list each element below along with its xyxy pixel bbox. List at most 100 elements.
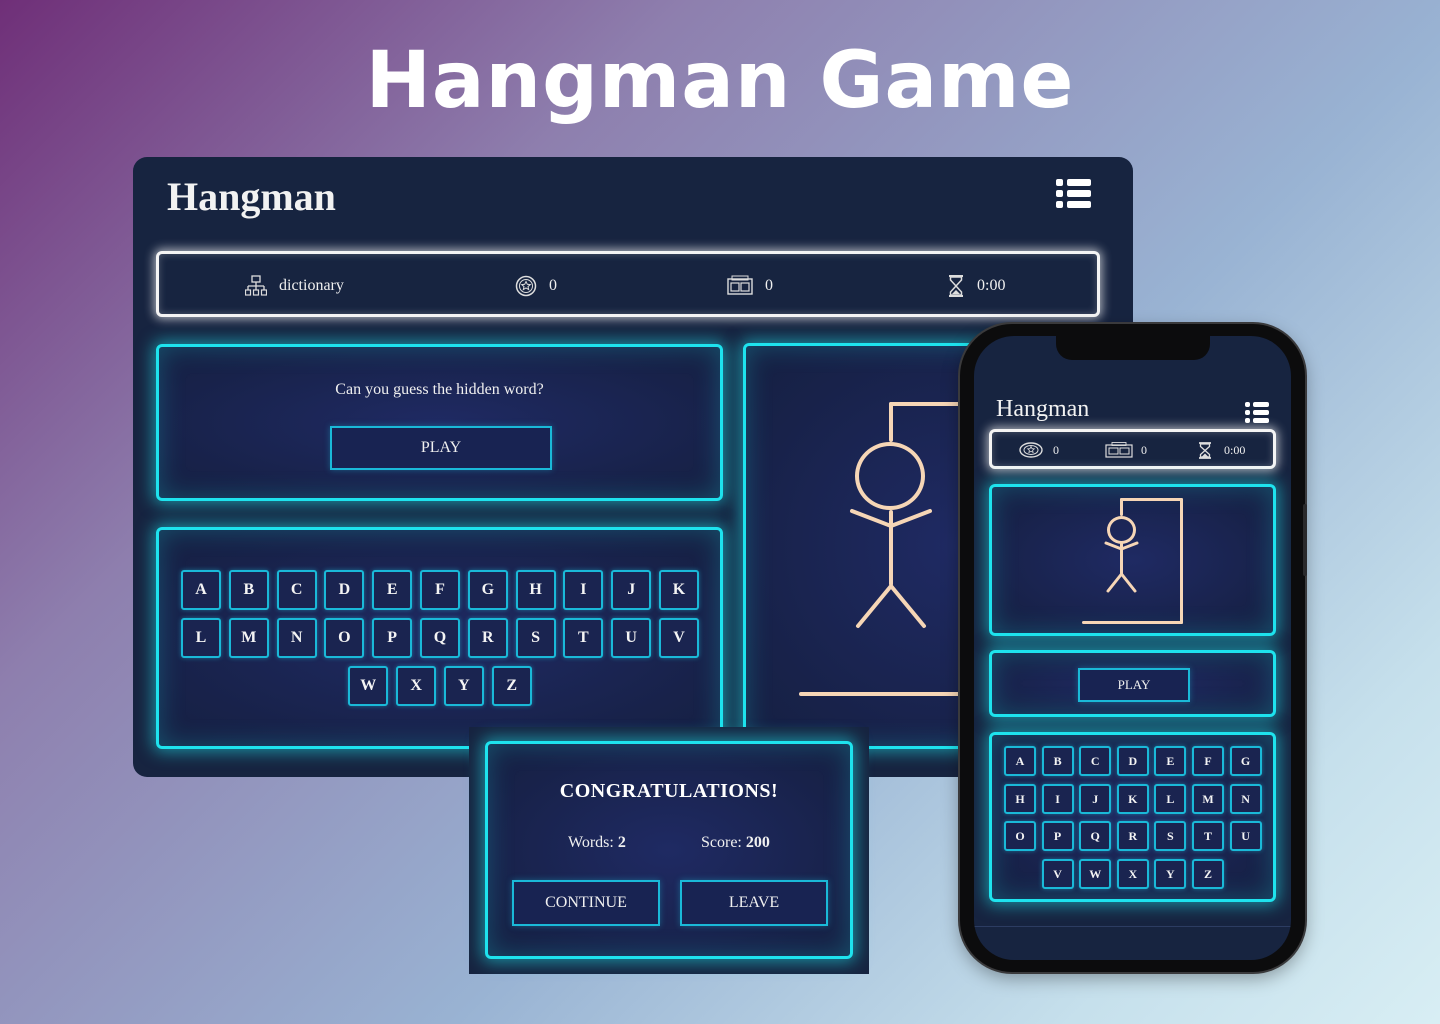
mobile-key-f[interactable]: F: [1192, 746, 1224, 776]
score-value: 200: [745, 834, 770, 851]
list-menu-icon[interactable]: [1245, 402, 1269, 423]
mobile-key-t[interactable]: T: [1192, 821, 1224, 851]
mobile-key-l[interactable]: L: [1154, 783, 1187, 814]
home-divider: [974, 926, 1291, 927]
mobile-play-panel: PLAY: [989, 650, 1276, 717]
mobile-key-d[interactable]: D: [1116, 746, 1149, 776]
key-s[interactable]: S: [515, 618, 556, 658]
key-p[interactable]: P: [372, 618, 413, 658]
mobile-gallows-panel: [989, 484, 1276, 636]
mobile-app-title: Hangman: [996, 396, 1090, 422]
mobile-status-bar: 0 0 0:00: [989, 429, 1276, 469]
key-v[interactable]: V: [659, 618, 699, 658]
hourglass-icon: [1198, 442, 1212, 459]
key-q[interactable]: Q: [420, 618, 460, 658]
scoreboard-icon: [727, 275, 753, 297]
play-button[interactable]: PLAY: [330, 426, 552, 470]
mobile-key-y[interactable]: Y: [1154, 858, 1187, 889]
category-stat: dictionary: [244, 275, 344, 297]
mobile-key-i[interactable]: I: [1041, 783, 1074, 814]
words-label: Words:: [568, 834, 614, 851]
key-y[interactable]: Y: [443, 666, 484, 706]
key-i[interactable]: I: [563, 570, 604, 610]
mobile-key-r[interactable]: R: [1116, 821, 1149, 851]
mobile-coins-value: 0: [1053, 442, 1059, 457]
mobile-key-a[interactable]: A: [1004, 746, 1036, 776]
score-stat: 0: [727, 275, 773, 297]
mobile-key-x[interactable]: X: [1116, 858, 1149, 889]
keyboard-panel: ABCDEFGHIJK LMNOPQRSTUV WXYZ: [156, 527, 723, 749]
coins-value: 0: [549, 277, 557, 294]
timer-value: 0:00: [977, 277, 1006, 294]
mobile-key-j[interactable]: J: [1079, 783, 1112, 814]
keyboard: ABCDEFGHIJK LMNOPQRSTUV WXYZ: [181, 570, 701, 710]
key-m[interactable]: M: [228, 618, 269, 658]
key-w[interactable]: W: [348, 666, 389, 706]
score-value: 0: [765, 277, 773, 294]
mobile-keyboard-panel: ABCDEFG HIJKLMN OPQRSTU VWXYZ: [989, 732, 1276, 902]
score-label: Score:: [701, 834, 742, 851]
phone-notch: [1056, 336, 1210, 360]
key-o[interactable]: O: [324, 618, 365, 658]
key-z[interactable]: Z: [491, 666, 532, 706]
leave-button[interactable]: LEAVE: [680, 880, 828, 926]
mobile-coins-stat: 0: [1019, 442, 1059, 458]
mobile-key-v[interactable]: V: [1041, 858, 1074, 889]
continue-button[interactable]: CONTINUE: [512, 880, 660, 926]
key-c[interactable]: C: [276, 570, 317, 610]
mobile-key-u[interactable]: U: [1229, 821, 1262, 851]
prompt-text: Can you guess the hidden word?: [335, 381, 544, 398]
mobile-key-b[interactable]: B: [1041, 746, 1074, 776]
key-h[interactable]: H: [515, 570, 556, 610]
mobile-key-s[interactable]: S: [1154, 821, 1187, 851]
key-a[interactable]: A: [181, 570, 221, 610]
app-title: Hangman: [167, 174, 336, 219]
words-value: 2: [617, 834, 626, 851]
list-menu-icon[interactable]: [1056, 179, 1092, 209]
mobile-hangman-figure: [992, 487, 1279, 639]
score-stat: Score: 200: [701, 834, 770, 852]
mobile-timer-value: 0:00: [1224, 443, 1246, 457]
key-t[interactable]: T: [563, 618, 604, 658]
coins-stat: 0: [515, 275, 557, 297]
mobile-key-n[interactable]: N: [1229, 783, 1262, 814]
scoreboard-icon: [1105, 442, 1133, 458]
congrats-modal: CONGRATULATIONS! Words: 2 Score: 200 CON…: [469, 727, 869, 974]
mobile-keyboard: ABCDEFG HIJKLMN OPQRSTU VWXYZ: [1004, 746, 1268, 896]
key-d[interactable]: D: [324, 570, 365, 610]
timer-stat: 0:00: [947, 275, 1005, 297]
mobile-figure-limbs: [1104, 541, 1139, 593]
mobile-key-o[interactable]: O: [1004, 821, 1036, 851]
key-j[interactable]: J: [611, 570, 652, 610]
prompt-panel: Can you guess the hidden word? PLAY: [156, 344, 723, 501]
mobile-key-g[interactable]: G: [1229, 746, 1262, 776]
page-title: Hangman Game: [365, 36, 1075, 126]
words-stat: Words: 2: [568, 834, 626, 852]
mobile-key-z[interactable]: Z: [1192, 858, 1224, 889]
key-f[interactable]: F: [420, 570, 460, 610]
key-u[interactable]: U: [611, 618, 652, 658]
key-b[interactable]: B: [228, 570, 269, 610]
category-value: dictionary: [279, 277, 344, 294]
mobile-key-c[interactable]: C: [1079, 746, 1112, 776]
key-r[interactable]: R: [467, 618, 508, 658]
mobile-key-w[interactable]: W: [1079, 858, 1112, 889]
mobile-timer-stat: 0:00: [1198, 442, 1245, 459]
key-l[interactable]: L: [181, 618, 221, 658]
key-n[interactable]: N: [276, 618, 317, 658]
mobile-key-k[interactable]: K: [1116, 783, 1149, 814]
mobile-score-stat: 0: [1105, 442, 1147, 458]
key-x[interactable]: X: [396, 666, 437, 706]
mobile-key-m[interactable]: M: [1192, 783, 1224, 814]
mobile-key-h[interactable]: H: [1004, 783, 1036, 814]
key-g[interactable]: G: [467, 570, 508, 610]
key-e[interactable]: E: [372, 570, 413, 610]
mobile-key-e[interactable]: E: [1154, 746, 1187, 776]
key-k[interactable]: K: [659, 570, 699, 610]
mobile-key-p[interactable]: P: [1041, 821, 1074, 851]
mobile-key-q[interactable]: Q: [1079, 821, 1112, 851]
congrats-panel: CONGRATULATIONS! Words: 2 Score: 200 CON…: [485, 741, 853, 959]
status-bar: dictionary 0 0 0:00: [156, 251, 1100, 317]
star-coin-icon: [515, 275, 537, 297]
mobile-play-button[interactable]: PLAY: [1078, 668, 1190, 702]
